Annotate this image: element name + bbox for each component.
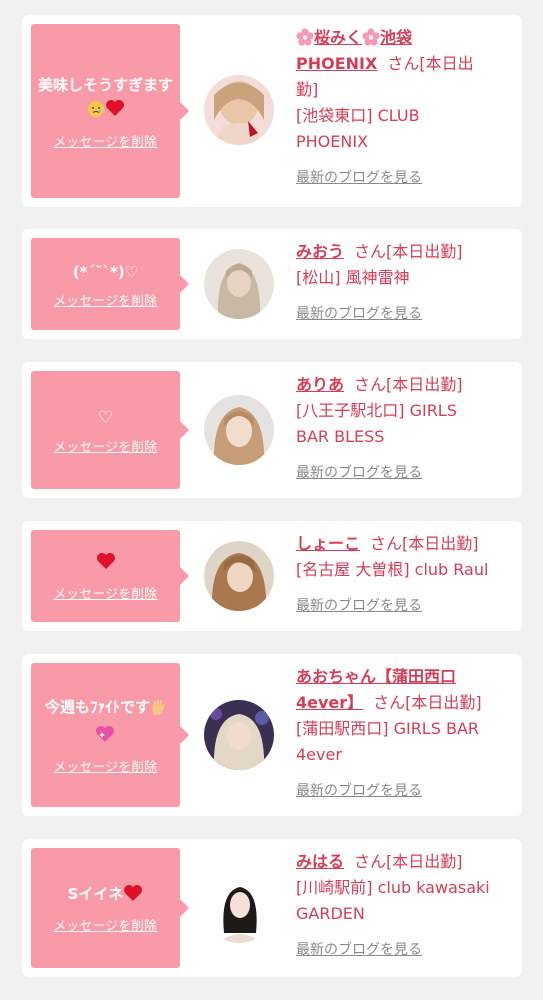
cast-name-line: みおう さん[本日出勤] bbox=[296, 242, 463, 261]
cast-info: みおう さん[本日出勤] [松山] 風神雷神 最新のブログを見る bbox=[296, 239, 516, 323]
avatar[interactable] bbox=[204, 541, 274, 611]
cast-name-link[interactable]: あおちゃん【蒲田西口 bbox=[296, 667, 456, 686]
latest-blog-link[interactable]: 最新のブログを見る bbox=[296, 939, 516, 959]
store-name: [池袋東口] CLUB PHOENIX bbox=[296, 106, 420, 151]
message-text: 今週もﾌｧｲﾄです bbox=[45, 695, 166, 750]
cast-name-line: 桜みく 池袋 PHOENIX さん[本日出 勤] bbox=[296, 28, 474, 99]
latest-blog-link[interactable]: 最新のブログを見る bbox=[296, 167, 516, 187]
message-card: Sイイネ メッセージを削除 みはる さん[本日出勤] [川崎駅前] club ka… bbox=[22, 839, 522, 977]
cast-info: しょーこ さん[本日出勤] [名古屋 大曽根] club Raul 最新のブログを… bbox=[296, 531, 516, 615]
message-card: ♡ メッセージを削除 ありあ さん[本日出勤] [八王子駅北口] GIRLS BA… bbox=[22, 362, 522, 498]
message-text: Sイイネ bbox=[68, 882, 144, 909]
cast-name-line: しょーこ さん[本日出勤] bbox=[296, 534, 479, 553]
cherry-blossom-icon bbox=[362, 28, 380, 46]
cast-info: ありあ さん[本日出勤] [八王子駅北口] GIRLS BAR BLESS 最新の… bbox=[296, 372, 516, 482]
message-card: 美味しそうすぎます メッセージを削除 桜みく 池袋 PHOENIX さん[本日出 勤… bbox=[22, 15, 522, 207]
message-bubble: メッセージを削除 bbox=[31, 530, 189, 622]
message-bubble: 美味しそうすぎます メッセージを削除 bbox=[31, 24, 189, 198]
store-name: [蒲田駅西口] GIRLS BAR 4ever bbox=[296, 719, 480, 764]
message-bubble: (*´˘`*)♡ メッセージを削除 bbox=[31, 238, 189, 330]
avatar[interactable] bbox=[204, 395, 274, 465]
message-text bbox=[96, 550, 116, 577]
red-heart-icon bbox=[123, 884, 143, 909]
red-heart-icon bbox=[96, 552, 116, 577]
latest-blog-link[interactable]: 最新のブログを見る bbox=[296, 780, 516, 800]
message-bubble: ♡ メッセージを削除 bbox=[31, 371, 189, 489]
cast-name-line: みはる さん[本日出勤] bbox=[296, 852, 463, 871]
cast-name-link[interactable]: 4ever】 bbox=[296, 693, 363, 712]
cast-name-line: ありあ さん[本日出勤] bbox=[296, 375, 463, 394]
message-text: 美味しそうすぎます bbox=[35, 73, 176, 125]
cherry-blossom-icon bbox=[296, 28, 314, 46]
sparkling-heart-icon bbox=[95, 725, 115, 750]
avatar[interactable] bbox=[204, 249, 274, 319]
store-name: [松山] 風神雷神 bbox=[296, 268, 410, 287]
cast-name-link[interactable]: しょーこ bbox=[296, 534, 360, 553]
cast-name-link[interactable]: 桜みく 池袋 bbox=[296, 28, 412, 47]
smiling-face-with-tear-icon bbox=[87, 100, 105, 125]
avatar[interactable] bbox=[204, 75, 274, 145]
delete-message-link[interactable]: メッセージを削除 bbox=[54, 436, 158, 455]
delete-message-link[interactable]: メッセージを削除 bbox=[54, 915, 158, 934]
message-bubble: Sイイネ メッセージを削除 bbox=[31, 848, 189, 968]
cast-name-link[interactable]: みはる bbox=[296, 852, 344, 871]
cast-name-line: あおちゃん【蒲田西口 4ever】 さん[本日出勤] bbox=[296, 667, 482, 712]
delete-message-link[interactable]: メッセージを削除 bbox=[54, 756, 158, 775]
cast-name-link[interactable]: PHOENIX bbox=[296, 54, 377, 73]
raised-hand-icon bbox=[150, 698, 166, 723]
store-name: [名古屋 大曽根] club Raul bbox=[296, 560, 489, 579]
red-heart-icon bbox=[105, 99, 125, 124]
message-text: (*´˘`*)♡ bbox=[72, 262, 139, 281]
store-name: [八王子駅北口] GIRLS BAR BLESS bbox=[296, 401, 457, 446]
latest-blog-link[interactable]: 最新のブログを見る bbox=[296, 303, 516, 323]
cast-info: あおちゃん【蒲田西口 4ever】 さん[本日出勤] [蒲田駅西口] GIRLS … bbox=[296, 664, 516, 800]
latest-blog-link[interactable]: 最新のブログを見る bbox=[296, 595, 516, 615]
cast-name-link[interactable]: ありあ bbox=[296, 375, 344, 394]
message-text: ♡ bbox=[97, 407, 114, 428]
latest-blog-link[interactable]: 最新のブログを見る bbox=[296, 462, 516, 482]
delete-message-link[interactable]: メッセージを削除 bbox=[54, 290, 158, 309]
message-card: (*´˘`*)♡ メッセージを削除 みおう さん[本日出勤] [松山] 風神雷神 … bbox=[22, 229, 522, 339]
store-name: [川崎駅前] club kawasaki GARDEN bbox=[296, 878, 490, 923]
message-card: 今週もﾌｧｲﾄです メッセージを削除 あおちゃん【蒲田西口 4ever】 さん[本… bbox=[22, 654, 522, 816]
delete-message-link[interactable]: メッセージを削除 bbox=[54, 131, 158, 150]
message-card: メッセージを削除 しょーこ さん[本日出勤] [名古屋 大曽根] club Rau… bbox=[22, 521, 522, 631]
cast-info: 桜みく 池袋 PHOENIX さん[本日出 勤] [池袋東口] CLUB PHOEN… bbox=[296, 25, 516, 187]
cast-info: みはる さん[本日出勤] [川崎駅前] club kawasaki GARDEN … bbox=[296, 849, 516, 959]
delete-message-link[interactable]: メッセージを削除 bbox=[54, 583, 158, 602]
avatar[interactable] bbox=[204, 700, 274, 770]
avatar[interactable] bbox=[204, 873, 274, 943]
cast-name-link[interactable]: みおう bbox=[296, 242, 344, 261]
message-bubble: 今週もﾌｧｲﾄです メッセージを削除 bbox=[31, 663, 189, 807]
